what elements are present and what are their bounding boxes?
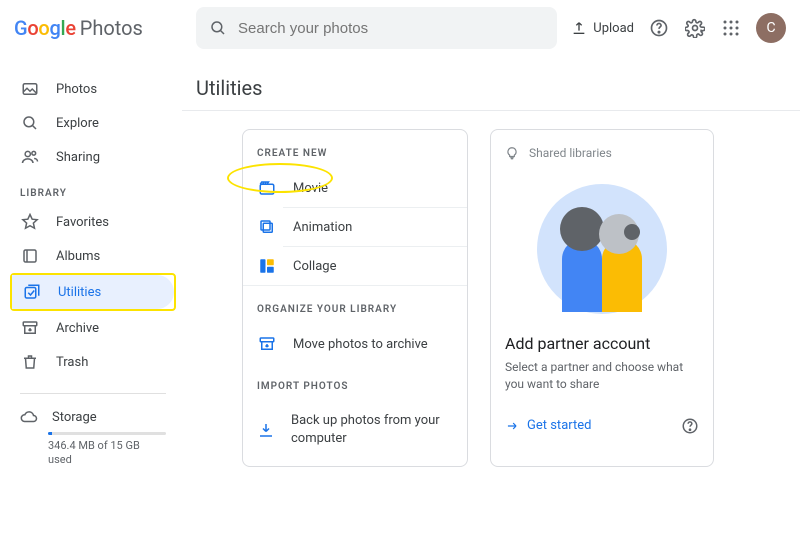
nav-label: Favorites xyxy=(56,215,109,230)
archive-icon xyxy=(257,335,277,353)
create-movie-option[interactable]: Movie xyxy=(243,169,467,207)
partner-card: Shared libraries xyxy=(490,129,714,467)
movie-icon xyxy=(257,179,277,197)
collage-icon xyxy=(257,257,277,275)
option-label: Animation xyxy=(293,220,352,235)
page-title: Utilities xyxy=(196,76,800,100)
nav-sharing[interactable]: Sharing xyxy=(10,140,176,174)
cta-label: Get started xyxy=(527,418,591,433)
nav-explore[interactable]: Explore xyxy=(10,106,176,140)
utilities-card: CREATE NEW Movie Animation Collage OR xyxy=(242,129,468,467)
search-icon xyxy=(20,114,40,132)
search-bar[interactable] xyxy=(196,7,557,49)
nav-favorites[interactable]: Favorites xyxy=(10,205,176,239)
partner-title: Add partner account xyxy=(491,334,713,353)
upload-label: Upload xyxy=(593,21,634,36)
move-to-archive-option[interactable]: Move photos to archive xyxy=(243,325,467,363)
nav-label: Sharing xyxy=(56,150,100,165)
get-started-link[interactable]: Get started xyxy=(505,418,591,433)
backup-option[interactable]: Back up photos from your computer xyxy=(243,402,467,466)
settings-icon[interactable] xyxy=(684,17,706,39)
partner-subtitle: Select a partner and choose what you wan… xyxy=(491,353,713,407)
album-icon xyxy=(20,247,40,265)
utilities-icon xyxy=(22,283,42,301)
app-launcher-icon[interactable] xyxy=(720,17,742,39)
nav-trash[interactable]: Trash xyxy=(10,345,176,379)
nav-label: Explore xyxy=(56,116,99,131)
nav-label: Albums xyxy=(56,249,100,264)
google-logo: Google xyxy=(14,16,76,40)
partner-illustration xyxy=(491,160,713,334)
lightbulb-icon xyxy=(505,146,519,160)
search-input[interactable] xyxy=(238,20,545,37)
storage-label: Storage xyxy=(52,410,97,425)
main-content: Utilities CREATE NEW Movie Animation xyxy=(182,56,800,548)
nav-label: Archive xyxy=(56,321,99,336)
nav-label: Trash xyxy=(56,355,88,370)
nav-albums[interactable]: Albums xyxy=(10,239,176,273)
search-icon xyxy=(208,17,228,39)
app-header: Google Photos Upload C xyxy=(0,0,800,56)
organize-header: ORGANIZE YOUR LIBRARY xyxy=(243,286,467,325)
account-avatar[interactable]: C xyxy=(756,13,786,43)
animation-icon xyxy=(257,218,277,236)
create-collage-option[interactable]: Collage xyxy=(243,247,467,285)
option-label: Move photos to archive xyxy=(293,337,428,352)
download-icon xyxy=(257,421,275,439)
nav-label: Photos xyxy=(56,82,97,97)
people-icon xyxy=(20,148,40,166)
storage-text: 346.4 MB of 15 GB used xyxy=(48,439,166,468)
tutorial-highlight-utilities: Utilities xyxy=(10,273,176,311)
upload-icon xyxy=(571,20,587,36)
nav-label: Utilities xyxy=(58,285,101,300)
cloud-icon xyxy=(20,408,38,426)
option-label: Back up photos from your computer xyxy=(291,412,453,448)
nav-utilities[interactable]: Utilities xyxy=(12,275,174,309)
header-actions: Upload C xyxy=(571,13,786,43)
storage-section[interactable]: Storage 346.4 MB of 15 GB used xyxy=(10,408,176,468)
hint-label: Shared libraries xyxy=(529,146,612,160)
arrow-right-icon xyxy=(505,419,519,433)
help-icon[interactable] xyxy=(681,417,699,435)
help-icon[interactable] xyxy=(648,17,670,39)
option-label: Movie xyxy=(293,181,328,196)
nav-photos[interactable]: Photos xyxy=(10,72,176,106)
nav-archive[interactable]: Archive xyxy=(10,311,176,345)
library-header: LIBRARY xyxy=(20,188,176,199)
divider xyxy=(20,393,166,394)
import-header: IMPORT PHOTOS xyxy=(243,363,467,402)
create-animation-option[interactable]: Animation xyxy=(243,208,467,246)
create-header: CREATE NEW xyxy=(243,130,467,169)
hint-row: Shared libraries xyxy=(491,130,713,160)
divider xyxy=(182,110,800,111)
option-label: Collage xyxy=(293,259,336,274)
archive-icon xyxy=(20,319,40,337)
trash-icon xyxy=(20,353,40,371)
app-logo[interactable]: Google Photos xyxy=(14,16,182,40)
logo-suffix: Photos xyxy=(80,16,143,40)
storage-bar xyxy=(48,432,166,435)
upload-button[interactable]: Upload xyxy=(571,20,634,36)
photo-icon xyxy=(20,80,40,98)
star-icon xyxy=(20,213,40,231)
sidebar: Photos Explore Sharing LIBRARY Favorites… xyxy=(0,56,182,548)
